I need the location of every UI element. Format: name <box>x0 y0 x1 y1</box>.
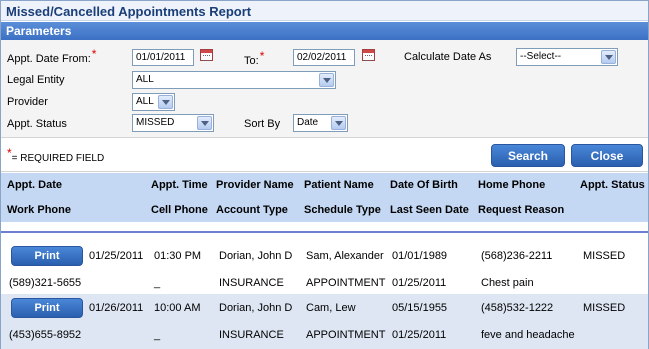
account-type-cell: INSURANCE <box>219 329 284 341</box>
calculate-date-label: Calculate Date As <box>404 51 492 63</box>
home-phone-cell: (458)532-1222 <box>481 302 554 314</box>
sort-by-label: Sort By <box>244 118 281 130</box>
schedule-type-cell: APPOINTMENT <box>306 329 386 341</box>
date-from-label: Appt. Date From:* <box>7 47 97 65</box>
appt-date-cell: 01/26/2011 <box>89 302 144 314</box>
page-title: Missed/Cancelled Appointments Report <box>1 1 648 21</box>
work-phone-cell: (453)655-8952 <box>9 329 82 341</box>
appt-status-label: Appt. Status <box>7 118 67 130</box>
print-button[interactable]: Print <box>11 298 83 318</box>
calculate-date-select[interactable]: --Select-- <box>516 48 618 66</box>
parameters-panel: Appt. Date From:* 01/01/2011 To:* 02/02/… <box>1 40 648 138</box>
appt-status-select[interactable]: MISSED <box>132 114 214 132</box>
action-bar: *= REQUIRED FIELD Search Close <box>1 139 648 172</box>
chevron-down-icon <box>158 95 173 109</box>
appt-time-cell: 01:30 PM <box>154 250 202 262</box>
patient-cell: Sam, Alexander <box>306 250 384 262</box>
col-account-type[interactable]: Account Type <box>216 204 288 216</box>
cell-phone-cell: _ <box>154 329 161 341</box>
reason-cell: Chest pain <box>481 277 534 289</box>
print-button[interactable]: Print <box>11 246 83 266</box>
date-from-calendar-icon[interactable] <box>200 49 213 61</box>
account-type-cell: INSURANCE <box>219 277 284 289</box>
chevron-down-icon <box>601 50 616 64</box>
table-row: Print 01/26/2011 10:00 AM Dorian, John D… <box>1 294 648 349</box>
appt-date-cell: 01/25/2011 <box>89 250 144 262</box>
close-button[interactable]: Close <box>571 144 643 167</box>
dob-cell: 05/15/1955 <box>392 302 448 314</box>
search-button[interactable]: Search <box>491 144 565 167</box>
col-appt-status[interactable]: Appt. Status <box>580 179 645 191</box>
chevron-down-icon <box>331 116 346 130</box>
grid-header: Appt. Date Appt. Time Provider Name Pati… <box>1 173 648 222</box>
last-seen-cell: 01/25/2011 <box>392 329 447 341</box>
col-request-reason[interactable]: Request Reason <box>478 204 564 216</box>
required-marker: * <box>91 47 97 61</box>
chevron-down-icon <box>197 116 212 130</box>
col-provider-name[interactable]: Provider Name <box>216 179 294 191</box>
schedule-type-cell: APPOINTMENT <box>306 277 386 289</box>
date-to-label: To:* <box>244 49 265 67</box>
patient-cell: Cam, Lew <box>306 302 356 314</box>
col-home-phone[interactable]: Home Phone <box>478 179 545 191</box>
col-cell-phone[interactable]: Cell Phone <box>151 204 208 216</box>
reason-cell: feve and headache <box>481 329 575 341</box>
table-row: Print 01/25/2011 01:30 PM Dorian, John D… <box>1 241 648 296</box>
required-marker: * <box>259 49 265 63</box>
col-appt-time[interactable]: Appt. Time <box>151 179 208 191</box>
legal-entity-select[interactable]: ALL <box>132 71 336 89</box>
status-cell: MISSED <box>583 302 626 314</box>
last-seen-cell: 01/25/2011 <box>392 277 447 289</box>
date-to-calendar-icon[interactable] <box>362 49 375 61</box>
col-patient-name[interactable]: Patient Name <box>304 179 374 191</box>
col-appt-date[interactable]: Appt. Date <box>7 179 62 191</box>
provider-cell: Dorian, John D <box>219 250 293 262</box>
home-phone-cell: (568)236-2211 <box>481 250 553 262</box>
legal-entity-label: Legal Entity <box>7 74 65 86</box>
cell-phone-cell: _ <box>154 277 161 289</box>
work-phone-cell: (589)321-5655 <box>9 277 82 289</box>
required-marker: * <box>7 146 12 160</box>
col-last-seen-date[interactable]: Last Seen Date <box>390 204 469 216</box>
status-cell: MISSED <box>583 250 626 262</box>
date-from-field[interactable]: 01/01/2011 <box>132 49 194 66</box>
col-schedule-type[interactable]: Schedule Type <box>304 204 381 216</box>
required-field-note: *= REQUIRED FIELD <box>7 146 105 164</box>
report-window: Missed/Cancelled Appointments Report Par… <box>0 0 649 349</box>
col-work-phone[interactable]: Work Phone <box>7 204 71 216</box>
chevron-down-icon <box>319 73 334 87</box>
dob-cell: 01/01/1989 <box>392 250 448 262</box>
appt-time-cell: 10:00 AM <box>154 302 201 314</box>
provider-cell: Dorian, John D <box>219 302 293 314</box>
provider-select[interactable]: ALL <box>132 93 175 111</box>
col-date-of-birth[interactable]: Date Of Birth <box>390 179 458 191</box>
date-to-field[interactable]: 02/02/2011 <box>293 49 355 66</box>
sort-by-select[interactable]: Date <box>293 114 348 132</box>
parameters-section-header: Parameters <box>1 22 648 40</box>
provider-label: Provider <box>7 96 48 108</box>
grid-divider <box>1 231 648 233</box>
